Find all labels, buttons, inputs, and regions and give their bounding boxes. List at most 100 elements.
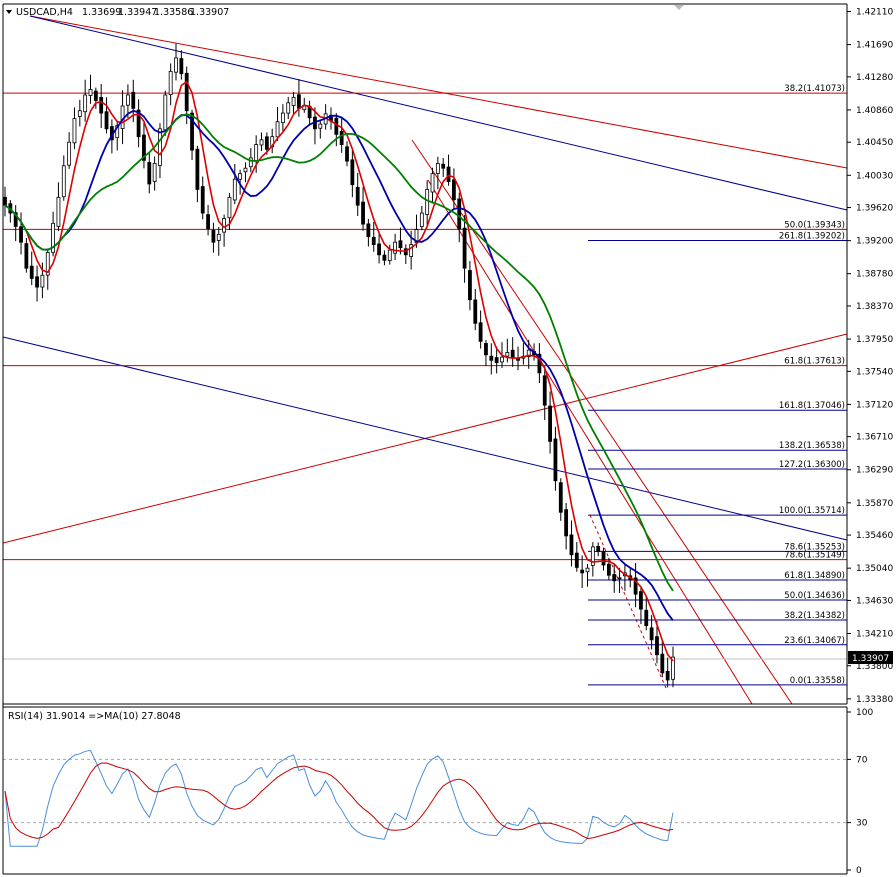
candle-body	[569, 534, 574, 556]
price-tick-label: 1.33380	[856, 695, 893, 705]
candle-body	[462, 227, 467, 269]
low-price: 1.33586	[154, 7, 193, 18]
candle-body	[377, 243, 381, 256]
candle-body	[147, 162, 152, 185]
candle-body	[61, 165, 66, 198]
candle-body	[83, 94, 88, 113]
candle-body	[478, 322, 483, 342]
candle-body	[649, 627, 654, 641]
high-price: 1.33947	[118, 7, 157, 18]
candle-body	[382, 254, 387, 261]
price-tick-label: 1.40450	[856, 138, 893, 148]
candle-body	[163, 94, 168, 131]
fib-level-label: 0.0(1.33558)	[790, 676, 845, 686]
candle-body	[441, 163, 446, 169]
candle-body	[291, 96, 296, 106]
fib-level-label: 23.6(1.34067)	[784, 636, 845, 646]
candle-body	[174, 57, 178, 73]
candle-body	[387, 249, 392, 261]
candle-body	[457, 198, 462, 230]
candle-body	[254, 144, 259, 161]
fib-level-label: 100.0(1.35714)	[779, 506, 845, 516]
fib-level-label: 161.8(1.37046)	[779, 401, 845, 411]
candle-body	[596, 546, 601, 553]
price-tick-label: 1.41280	[856, 73, 893, 83]
rsi-tick-label: 100	[856, 708, 873, 718]
candle-body	[564, 509, 569, 537]
candle-body	[152, 163, 157, 182]
candle-body	[393, 241, 398, 254]
rsi-tick-label: 70	[856, 755, 868, 765]
candle-body	[430, 173, 435, 193]
candle-body	[104, 111, 109, 130]
candle-body	[548, 405, 552, 442]
fib-level-label: 38.2(1.34382)	[784, 611, 845, 621]
candle-body	[355, 186, 360, 206]
price-tick-label: 1.37120	[856, 400, 893, 410]
price-tick-label: 1.36710	[856, 433, 893, 443]
candle-body	[40, 274, 45, 288]
candle-body	[29, 265, 34, 279]
candle-body	[574, 552, 579, 568]
candle-body	[419, 212, 424, 227]
fib-level-label: 78.6(1.35149)	[784, 551, 845, 561]
candle-body	[168, 70, 173, 95]
candle-body	[494, 357, 499, 364]
candle-body	[88, 89, 93, 96]
candle-body	[72, 118, 77, 144]
price-tick-label: 1.36290	[856, 466, 893, 476]
candle-body	[489, 355, 494, 361]
candle-body	[131, 91, 136, 109]
candle-body	[19, 226, 23, 243]
current-price-tag-text: 1.33907	[852, 654, 889, 664]
candle-body	[473, 299, 478, 324]
candle-body	[248, 157, 253, 168]
candle-body	[232, 178, 237, 201]
candle-body	[585, 567, 590, 573]
usdcad-h4-chart: 38.2(1.41073) 50.0(1.39343)261.8(1.39202)…	[0, 0, 896, 877]
symbol-label: USDCAD,H4	[16, 7, 73, 18]
candle-body	[366, 223, 371, 238]
price-tick-label: 1.37950	[856, 335, 893, 345]
candle-body	[655, 636, 659, 656]
candle-body	[99, 97, 104, 114]
fib-level-label: 38.2(1.41073)	[784, 84, 845, 94]
rsi-tick-label: 30	[856, 819, 868, 829]
candle-body	[275, 121, 280, 138]
candle-body	[280, 112, 285, 124]
fib-level-label: 50.0(1.39343)	[784, 220, 845, 230]
candle-body	[24, 243, 29, 269]
price-tick-label: 1.38370	[856, 302, 893, 312]
fib-level-label: 127.2(1.36300)	[779, 460, 845, 470]
candle-body	[200, 186, 205, 214]
candle-body	[126, 94, 130, 106]
candle-body	[425, 189, 430, 215]
fib-level-label: 50.0(1.34636)	[784, 591, 845, 601]
price-tick-label: 1.41690	[856, 41, 893, 51]
fib-level-label: 138.2(1.36538)	[779, 441, 845, 451]
candle-body	[361, 201, 365, 225]
candle-body	[238, 173, 243, 180]
price-tick-label: 1.42110	[856, 8, 893, 18]
price-tick-label: 1.35870	[856, 499, 893, 509]
candle-body	[350, 159, 355, 186]
candle-body	[468, 270, 472, 301]
candle-body	[558, 482, 563, 513]
candle-body	[211, 229, 216, 243]
candle-body	[371, 236, 376, 245]
open-price: 1.33699	[82, 7, 121, 18]
fib-level-label: 261.8(1.39202)	[779, 231, 845, 241]
candle-body	[158, 128, 162, 166]
candle-body	[665, 671, 670, 681]
price-tick-label: 1.35040	[856, 564, 893, 574]
price-tick-label: 1.40860	[856, 106, 893, 116]
price-tick-label: 1.38780	[856, 270, 893, 280]
price-tick-label: 1.39200	[856, 237, 893, 247]
candle-body	[216, 233, 221, 241]
candle-body	[601, 550, 606, 566]
candle-body	[195, 148, 200, 190]
candle-body	[286, 102, 291, 114]
candle-body	[510, 349, 515, 359]
candle-body	[3, 196, 7, 206]
price-tick-label: 1.40030	[856, 171, 893, 181]
